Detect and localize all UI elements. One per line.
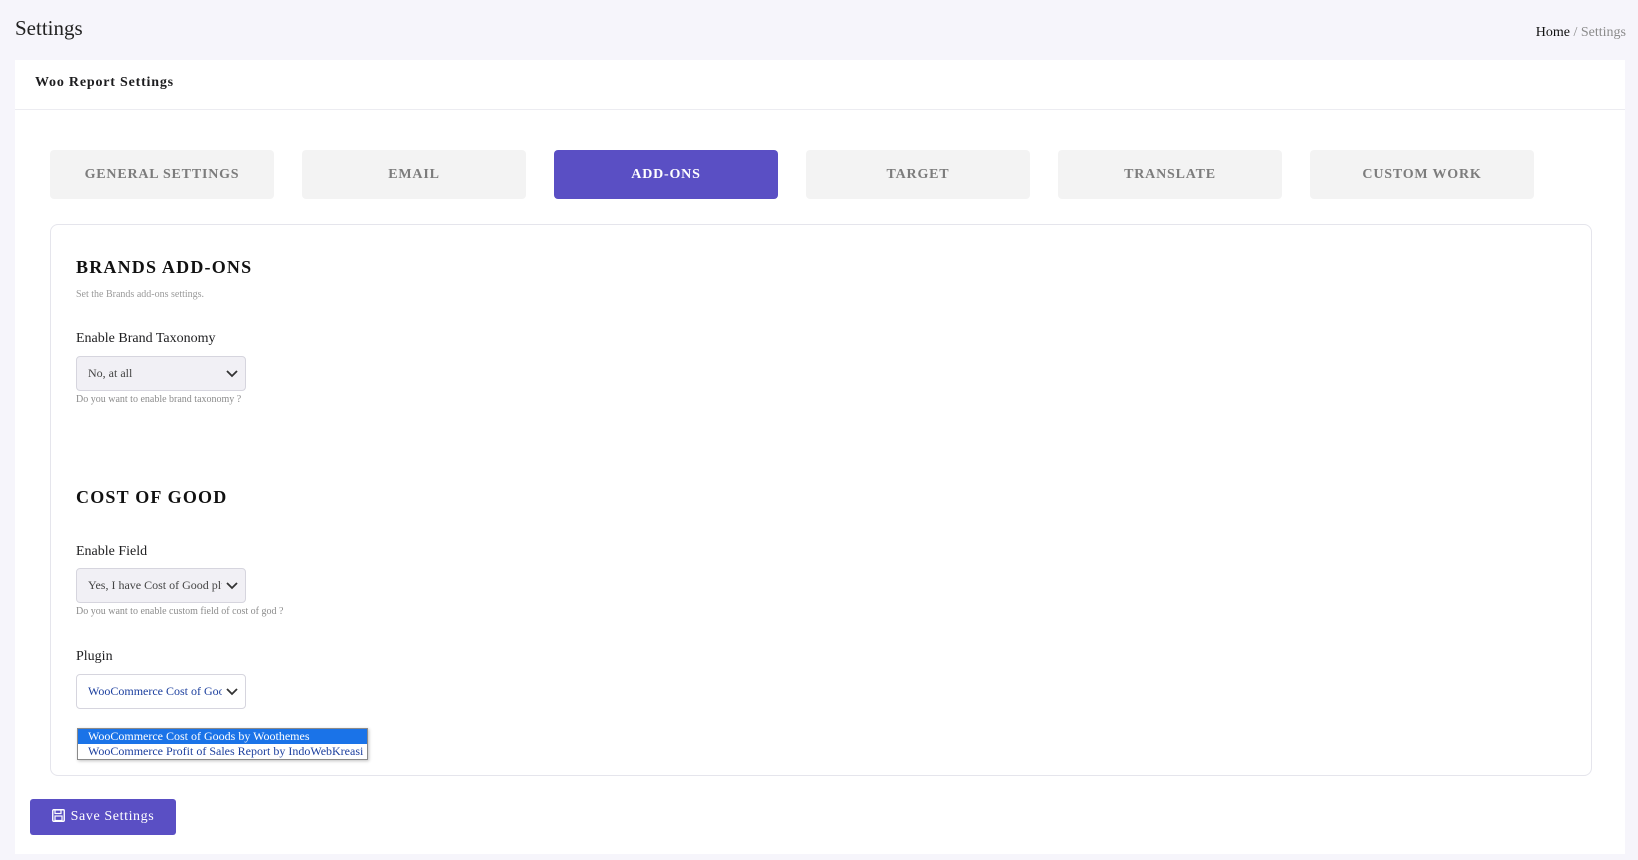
plugin-select[interactable]: WooCommerce Cost of Goods by Woothemes xyxy=(76,674,246,709)
tab-add-ons[interactable]: ADD-ONS xyxy=(554,150,778,199)
cost-of-good-section-title: COST OF GOOD xyxy=(76,487,228,507)
breadcrumb: Home / Settings xyxy=(1536,25,1626,41)
chevron-down-icon xyxy=(226,688,238,696)
settings-tabs: GENERAL SETTINGS EMAIL ADD-ONS TARGET TR… xyxy=(50,150,1608,199)
breadcrumb-current: Settings xyxy=(1580,25,1626,40)
chevron-down-icon xyxy=(226,582,238,590)
plugin-value: WooCommerce Cost of Goods by Woothemes xyxy=(88,684,222,698)
page-title: Settings xyxy=(15,16,83,40)
breadcrumb-separator: / xyxy=(1573,25,1578,40)
plugin-dropdown-list: WooCommerce Cost of Goods by Woothemes W… xyxy=(77,728,368,760)
brands-section-title: BRANDS ADD-ONS xyxy=(76,257,253,277)
enable-field-help: Do you want to enable custom field of co… xyxy=(76,606,284,617)
tab-target[interactable]: TARGET xyxy=(806,150,1030,199)
save-settings-label: Save Settings xyxy=(70,809,155,824)
breadcrumb-home-link[interactable]: Home xyxy=(1536,25,1570,40)
brand-taxonomy-select[interactable]: No, at all xyxy=(76,356,246,391)
plugin-option[interactable]: WooCommerce Profit of Sales Report by In… xyxy=(78,744,367,759)
enable-field-select[interactable]: Yes, I have Cost of Good plugin xyxy=(76,568,246,603)
brand-taxonomy-help: Do you want to enable brand taxonomy ? xyxy=(76,394,242,405)
card-title: Woo Report Settings xyxy=(15,60,1625,110)
brand-taxonomy-label: Enable Brand Taxonomy xyxy=(76,331,216,346)
enable-field-value: Yes, I have Cost of Good plugin xyxy=(88,578,222,592)
tab-general-settings[interactable]: GENERAL SETTINGS xyxy=(50,150,274,199)
brand-taxonomy-value: No, at all xyxy=(88,366,133,380)
add-ons-panel: BRANDS ADD-ONS Set the Brands add-ons se… xyxy=(50,224,1592,776)
plugin-label: Plugin xyxy=(76,649,113,664)
chevron-down-icon xyxy=(226,370,238,378)
enable-field-label: Enable Field xyxy=(76,544,148,559)
tab-custom-work[interactable]: CUSTOM WORK xyxy=(1310,150,1534,199)
tab-translate[interactable]: TRANSLATE xyxy=(1058,150,1282,199)
tab-email[interactable]: EMAIL xyxy=(302,150,526,199)
floppy-disk-icon xyxy=(51,809,65,822)
plugin-option[interactable]: WooCommerce Cost of Goods by Woothemes xyxy=(78,729,367,744)
brands-section-description: Set the Brands add-ons settings. xyxy=(76,289,205,300)
save-settings-button[interactable]: Save Settings xyxy=(30,799,176,835)
